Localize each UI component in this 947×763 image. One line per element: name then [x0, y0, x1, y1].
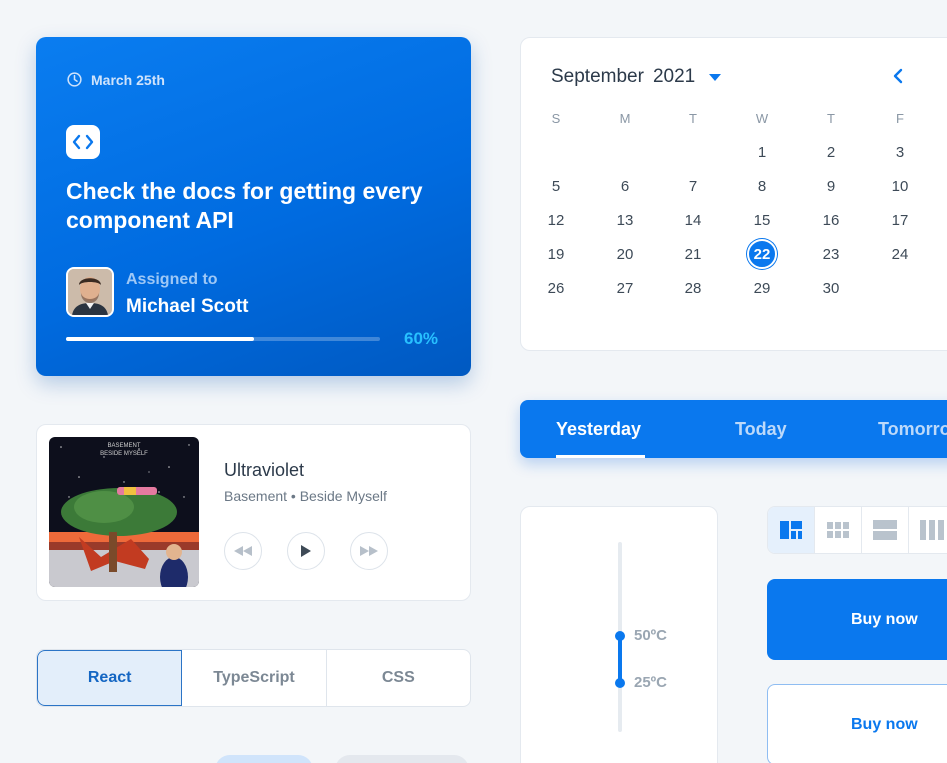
- calendar-day[interactable]: 9: [811, 171, 851, 201]
- calendar-day[interactable]: 8: [742, 171, 782, 201]
- chevron-left-icon[interactable]: [888, 66, 908, 86]
- calendar-day[interactable]: 14: [673, 205, 713, 235]
- weekday-label: M: [619, 110, 631, 126]
- slider-thumb-low[interactable]: [615, 678, 625, 688]
- tab-react[interactable]: React: [37, 650, 183, 706]
- progress-fill: [66, 337, 255, 341]
- music-player: BASEMENT BESIDE MYSELF Ultraviolet Basem…: [36, 424, 471, 601]
- calendar-day[interactable]: 1: [742, 137, 782, 167]
- framework-tabs: React TypeScript CSS: [36, 649, 471, 707]
- tab-today[interactable]: Today: [735, 419, 787, 440]
- slider-range: [618, 637, 622, 684]
- calendar-year: 2021: [652, 66, 696, 87]
- calendar-day[interactable]: 5: [536, 171, 576, 201]
- active-tab-indicator: [556, 455, 645, 458]
- rewind-button[interactable]: [224, 532, 262, 570]
- calendar-day[interactable]: 27: [605, 273, 645, 303]
- task-title: Check the docs for getting every compone…: [66, 178, 423, 233]
- slider-thumb-high[interactable]: [615, 631, 625, 641]
- calendar-day[interactable]: 29: [742, 273, 782, 303]
- calendar-day[interactable]: 20: [605, 239, 645, 269]
- svg-text:BASEMENT: BASEMENT: [107, 443, 140, 449]
- calendar-day[interactable]: 3: [880, 137, 920, 167]
- calendar-day[interactable]: 6: [605, 171, 645, 201]
- layout-switcher: [767, 506, 947, 554]
- song-meta: Basement • Beside Myself: [224, 488, 387, 504]
- task-date: March 25th: [66, 71, 165, 88]
- weekday-label: T: [827, 110, 835, 126]
- buy-now-button[interactable]: Buy now: [767, 579, 947, 660]
- rows-layout-icon: [873, 520, 897, 540]
- calendar-day[interactable]: 16: [811, 205, 851, 235]
- tab-css[interactable]: CSS: [327, 650, 470, 706]
- pill-button-primary[interactable]: [215, 755, 313, 763]
- avatar: [66, 267, 114, 317]
- calendar-day[interactable]: 26: [536, 273, 576, 303]
- month-picker[interactable]: September 2021: [551, 66, 722, 88]
- song-title: Ultraviolet: [224, 460, 305, 480]
- day-tabs: Yesterday Today Tomorrow: [520, 400, 947, 458]
- calendar-month: September: [551, 66, 644, 87]
- calendar-day[interactable]: 28: [673, 273, 713, 303]
- task-date-text: March 25th: [91, 71, 165, 88]
- clock-icon: [67, 72, 82, 87]
- calendar-day[interactable]: 10: [880, 171, 920, 201]
- buy-now-outline-button[interactable]: Buy now: [767, 684, 947, 763]
- album-art: BASEMENT BESIDE MYSELF: [49, 437, 199, 587]
- calendar-day[interactable]: 7: [673, 171, 713, 201]
- rows-layout-button[interactable]: [862, 507, 909, 553]
- columns-layout-icon: [920, 520, 944, 540]
- play-icon: [301, 545, 311, 557]
- chevron-down-icon[interactable]: [709, 73, 722, 81]
- weekday-label: W: [755, 110, 769, 126]
- assignee-name: Michael Scott: [126, 296, 249, 317]
- calendar-day[interactable]: 21: [673, 239, 713, 269]
- calendar-day[interactable]: 13: [605, 205, 645, 235]
- calendar-day[interactable]: 12: [536, 205, 576, 235]
- progress-value: 60%: [404, 329, 439, 348]
- tab-typescript[interactable]: TypeScript: [182, 650, 327, 706]
- slider-high-label: 50ºC: [634, 627, 667, 644]
- weekday-label: S: [551, 110, 561, 126]
- calendar-day[interactable]: 19: [536, 239, 576, 269]
- svg-text:BESIDE MYSELF: BESIDE MYSELF: [100, 451, 148, 457]
- rewind-icon: [234, 546, 252, 556]
- pill-button-secondary[interactable]: [335, 755, 469, 763]
- play-button[interactable]: [287, 532, 325, 570]
- calendar-day[interactable]: 24: [880, 239, 920, 269]
- dashboard-layout-button[interactable]: [768, 507, 815, 553]
- assigned-label: Assigned to: [126, 271, 218, 288]
- calendar-day[interactable]: 23: [811, 239, 851, 269]
- weekday-label: T: [689, 110, 697, 126]
- temperature-slider-card: 50ºC 25ºC: [520, 506, 718, 763]
- task-card[interactable]: March 25th Check the docs for getting ev…: [36, 37, 471, 376]
- calendar-day[interactable]: 15: [742, 205, 782, 235]
- fast-forward-button[interactable]: [350, 532, 388, 570]
- dashboard-layout-icon: [780, 521, 802, 539]
- calendar-day[interactable]: 17: [880, 205, 920, 235]
- grid-layout-icon: [827, 522, 849, 538]
- calendar-day[interactable]: 30: [811, 273, 851, 303]
- calendar-day[interactable]: 2: [811, 137, 851, 167]
- progress-bar: [66, 337, 380, 341]
- grid-layout-button[interactable]: [815, 507, 862, 553]
- fast-forward-icon: [360, 546, 378, 556]
- slider-low-label: 25ºC: [634, 674, 667, 691]
- code-icon: [66, 125, 100, 159]
- columns-layout-button[interactable]: [909, 507, 947, 553]
- tab-tomorrow[interactable]: Tomorrow: [878, 419, 947, 440]
- weekday-label: F: [896, 110, 904, 126]
- tab-yesterday[interactable]: Yesterday: [556, 419, 641, 440]
- calendar: September 2021 S M T W T F 1 2 3 5 6 7 8 9 10 12 13 14 15 1…: [520, 37, 947, 351]
- calendar-day-selected[interactable]: 22: [742, 239, 782, 269]
